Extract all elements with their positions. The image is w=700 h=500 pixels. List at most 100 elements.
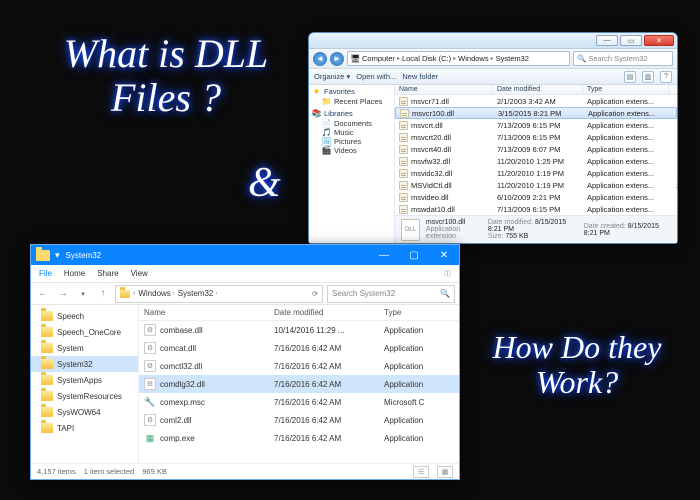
up-button[interactable]: ↑ (95, 286, 111, 302)
refresh-icon[interactable]: ⟳ (312, 290, 318, 298)
help-icon[interactable]: ? (660, 71, 672, 83)
col-type[interactable]: Type (379, 305, 459, 320)
tree-item[interactable]: SystemApps (31, 372, 138, 388)
breadcrumb[interactable]: Computer (362, 54, 400, 63)
win7-nav-tree[interactable]: ★ Favorites 📁 Recent Places 📚 Libraries … (309, 85, 395, 243)
file-type: Application extens... (583, 156, 669, 167)
search-input[interactable]: 🔍 Search System32 (573, 51, 673, 66)
col-type[interactable]: Type (583, 85, 669, 94)
breadcrumb[interactable]: System32 (178, 289, 218, 298)
file-row[interactable]: comexp.msc7/16/2016 6:42 AMMicrosoft C (139, 393, 459, 411)
tree-item[interactable]: System32 (31, 356, 138, 372)
home-tab[interactable]: Home (64, 269, 85, 278)
chevron-icon: › (133, 290, 135, 297)
details-view-button[interactable]: ☰ (413, 466, 429, 478)
list-header[interactable]: Name Date modified Type Size (395, 85, 677, 95)
file-row[interactable]: msvcr71.dll2/1/2003 3:42 AMApplication e… (395, 95, 677, 107)
tree-item[interactable]: 📄Documents (312, 119, 391, 128)
favorites-group[interactable]: ★ Favorites (312, 87, 391, 96)
open-with-button[interactable]: Open with... (356, 72, 396, 81)
favorites-label: Favorites (324, 87, 355, 96)
view-tab[interactable]: View (131, 269, 148, 278)
close-button[interactable]: ✕ (644, 35, 674, 46)
file-row[interactable]: msvideo.dll6/10/2009 2:21 PMApplication … (395, 191, 677, 203)
folder-icon (36, 250, 50, 261)
file-row[interactable]: msvcrt40.dll7/13/2009 6:07 PMApplication… (395, 143, 677, 155)
tree-item[interactable]: System (31, 340, 138, 356)
tree-item[interactable]: 📁 Recent Places (312, 97, 391, 106)
history-dropdown[interactable]: ▾ (75, 286, 91, 302)
tree-item[interactable]: 🎬Videos (312, 146, 391, 155)
maximize-button[interactable]: ▢ (399, 245, 429, 265)
col-date[interactable]: Date modified (493, 85, 583, 94)
file-row[interactable]: msvfw32.dll11/20/2010 1:25 PMApplication… (395, 155, 677, 167)
win10-explorer-window[interactable]: ▾ System32 — ▢ ✕ File Home Share View ⓘ … (30, 244, 460, 480)
forward-button[interactable]: → (55, 286, 71, 302)
promo-ampersand: & (248, 160, 281, 206)
file-type: Application extens... (583, 204, 669, 215)
breadcrumb[interactable]: Local Disk (C:) (402, 54, 456, 63)
minimize-button[interactable]: — (369, 245, 399, 265)
file-row[interactable]: comdlg32.dll7/16/2016 6:42 AMApplication (139, 375, 459, 393)
win7-titlebar[interactable]: — ▭ ✕ (309, 33, 677, 49)
tree-item[interactable]: SysWOW64 (31, 404, 138, 420)
icons-view-button[interactable]: ▦ (437, 466, 453, 478)
col-date[interactable]: Date modified (269, 305, 379, 320)
win10-file-list[interactable]: Name Date modified Type combase.dll10/14… (139, 305, 459, 463)
win7-explorer-window[interactable]: — ▭ ✕ ◄ ► 🖥 Computer Local Disk (C:) Win… (308, 32, 678, 244)
col-name[interactable]: Name (139, 305, 269, 320)
detail-size-value: 755 KB (505, 233, 528, 240)
file-row[interactable]: comctl32.dll7/16/2016 6:42 AMApplication (139, 357, 459, 375)
tree-item[interactable]: SystemResources (31, 388, 138, 404)
file-date: 7/13/2009 6:15 PM (493, 204, 583, 215)
file-row[interactable]: msvcrt20.dll7/13/2009 6:15 PMApplication… (395, 131, 677, 143)
file-row[interactable]: MSVidCtl.dll11/20/2010 1:19 PMApplicatio… (395, 179, 677, 191)
file-row[interactable]: msvcr100.dll3/15/2015 8:21 PMApplication… (395, 107, 677, 119)
organize-menu[interactable]: Organize ▾ (314, 72, 350, 81)
file-name: coml2.dll (160, 416, 192, 425)
star-icon: ★ (312, 87, 321, 96)
dll-file-icon (399, 169, 408, 178)
tree-item[interactable]: Speech (31, 308, 138, 324)
preview-pane-icon[interactable]: ▥ (642, 71, 654, 83)
file-row[interactable]: msvcrt.dll7/13/2009 6:15 PMApplication e… (395, 119, 677, 131)
folder-icon (41, 359, 53, 369)
dll-file-icon (399, 97, 408, 106)
col-size[interactable]: Size (669, 85, 677, 94)
file-row[interactable]: mswdat10.dll7/13/2009 6:15 PMApplication… (395, 203, 677, 215)
forward-button[interactable]: ► (330, 52, 344, 66)
maximize-button[interactable]: ▭ (620, 35, 642, 46)
back-button[interactable]: ◄ (313, 52, 327, 66)
view-options-icon[interactable]: ▤ (624, 71, 636, 83)
tree-item[interactable]: TAPI (31, 420, 138, 436)
col-name[interactable]: Name (395, 85, 493, 94)
list-header[interactable]: Name Date modified Type (139, 305, 459, 321)
back-button[interactable]: ← (35, 286, 51, 302)
file-menu[interactable]: File (39, 269, 52, 278)
quick-access-icon[interactable]: ▾ (55, 250, 60, 261)
breadcrumb[interactable]: Windows (458, 54, 493, 63)
share-tab[interactable]: Share (97, 269, 118, 278)
close-button[interactable]: ✕ (429, 245, 459, 265)
breadcrumb-path[interactable]: › Windows System32 ⟳ (115, 285, 323, 303)
breadcrumb[interactable]: System32 (496, 54, 531, 63)
tree-item[interactable]: Speech_OneCore (31, 324, 138, 340)
win10-titlebar[interactable]: ▾ System32 — ▢ ✕ (31, 245, 459, 265)
new-folder-button[interactable]: New folder (402, 72, 438, 81)
file-row[interactable]: comcat.dll7/16/2016 6:42 AMApplication (139, 339, 459, 357)
file-row[interactable]: coml2.dll7/16/2016 6:42 AMApplication (139, 411, 459, 429)
libraries-group[interactable]: 📚 Libraries (312, 109, 391, 118)
file-row[interactable]: comp.exe7/16/2016 6:42 AMApplication (139, 429, 459, 447)
file-row[interactable]: msvidc32.dll11/20/2010 1:19 PMApplicatio… (395, 167, 677, 179)
file-date: 10/14/2016 11:29 ... (269, 323, 379, 338)
search-input[interactable]: Search System32 🔍 (327, 285, 455, 303)
tree-item[interactable]: 🎵Music (312, 128, 391, 137)
file-row[interactable]: combase.dll10/14/2016 11:29 ...Applicati… (139, 321, 459, 339)
breadcrumb[interactable]: Windows (138, 289, 174, 298)
expand-ribbon-icon[interactable]: ⓘ (444, 269, 451, 279)
tree-item[interactable]: 🖼Pictures (312, 137, 391, 146)
minimize-button[interactable]: — (596, 35, 618, 46)
win10-nav-tree[interactable]: SpeechSpeech_OneCoreSystemSystem32System… (31, 305, 139, 463)
breadcrumb-path[interactable]: 🖥 Computer Local Disk (C:) Windows Syste… (347, 51, 570, 66)
win7-file-list[interactable]: Name Date modified Type Size msvcr71.dll… (395, 85, 677, 243)
